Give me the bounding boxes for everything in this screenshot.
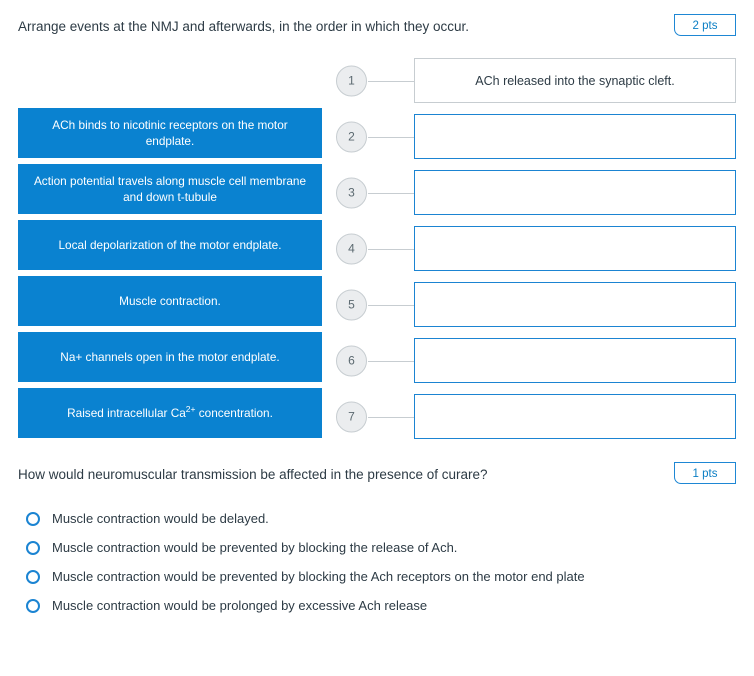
answer-choice[interactable]: Muscle contraction would be prolonged by…	[18, 591, 736, 620]
answer-slot-row: 3	[336, 170, 736, 215]
slot-connector-line	[368, 248, 414, 250]
radio-button-icon[interactable]	[26, 540, 40, 555]
answer-slot-row: 7	[336, 394, 736, 439]
slot-connector-line	[368, 136, 414, 138]
slot-number-3: 3	[336, 177, 367, 208]
slot-number-6: 6	[336, 345, 367, 376]
question-one-prompt: Arrange events at the NMJ and afterwards…	[18, 19, 469, 34]
draggable-option[interactable]: Na+ channels open in the motor endplate.	[18, 332, 322, 382]
answer-choice-label: Muscle contraction would be prevented by…	[52, 568, 585, 584]
answer-slot-empty[interactable]	[414, 394, 736, 439]
answer-slot-list: 1 ACh released into the synaptic cleft. 2 3…	[336, 58, 736, 450]
draggable-option[interactable]: Muscle contraction.	[18, 276, 322, 326]
answer-choice-list: Muscle contraction would be delayed. Musc…	[18, 504, 736, 620]
answer-slot-filled[interactable]: ACh released into the synaptic cleft.	[414, 58, 736, 103]
ordering-question: Arrange events at the NMJ and afterwards…	[18, 14, 736, 450]
slot-connector-line	[368, 416, 414, 418]
answer-slot-row: 4	[336, 226, 736, 271]
draggable-option-label: Na+ channels open in the motor endplate.	[60, 350, 280, 364]
answer-slot-empty[interactable]	[414, 114, 736, 159]
question-two-prompt: How would neuromuscular transmission be …	[18, 467, 488, 482]
slot-number-5: 5	[336, 289, 367, 320]
answer-choice[interactable]: Muscle contraction would be prevented by…	[18, 562, 736, 591]
answer-choice[interactable]: Muscle contraction would be prevented by…	[18, 533, 736, 562]
draggable-option[interactable]: Raised intracellular Ca2+ concentration.	[18, 388, 322, 438]
answer-choice-label: Muscle contraction would be delayed.	[52, 510, 269, 526]
multiple-choice-question: How would neuromuscular transmission be …	[18, 462, 736, 620]
slot-number-7: 7	[336, 401, 367, 432]
draggable-option-label: ACh binds to nicotinic receptors on the …	[52, 118, 288, 148]
slot-number-1: 1	[336, 65, 367, 96]
answer-slot-empty[interactable]	[414, 226, 736, 271]
answer-slot-value: ACh released into the synaptic cleft.	[475, 73, 675, 88]
slot-number-4: 4	[336, 233, 367, 264]
draggable-option-stack: ACh binds to nicotinic receptors on the …	[18, 108, 322, 444]
radio-button-icon[interactable]	[26, 598, 40, 613]
ordering-work-area: ACh binds to nicotinic receptors on the …	[18, 58, 736, 450]
draggable-option-label: Muscle contraction.	[119, 294, 221, 308]
question-one-points-badge: 2 pts	[674, 14, 736, 36]
draggable-option-label: Raised intracellular Ca2+ concentration.	[67, 404, 273, 420]
radio-button-icon[interactable]	[26, 511, 40, 526]
answer-slot-empty[interactable]	[414, 282, 736, 327]
slot-connector-line	[368, 360, 414, 362]
answer-choice-label: Muscle contraction would be prevented by…	[52, 539, 458, 555]
answer-slot-row: 5	[336, 282, 736, 327]
draggable-option-label: Local depolarization of the motor endpla…	[58, 238, 282, 252]
draggable-option[interactable]: Local depolarization of the motor endpla…	[18, 220, 322, 270]
slot-connector-line	[368, 304, 414, 306]
answer-slot-row: 1 ACh released into the synaptic cleft.	[336, 58, 736, 103]
draggable-option[interactable]: Action potential travels along muscle ce…	[18, 164, 322, 214]
slot-connector-line	[368, 80, 414, 82]
answer-slot-empty[interactable]	[414, 170, 736, 215]
answer-slot-row: 2	[336, 114, 736, 159]
question-two-points-badge: 1 pts	[674, 462, 736, 484]
question-two-header: How would neuromuscular transmission be …	[18, 462, 736, 484]
answer-slot-empty[interactable]	[414, 338, 736, 383]
answer-slot-row: 6	[336, 338, 736, 383]
question-one-header: Arrange events at the NMJ and afterwards…	[18, 14, 736, 36]
answer-choice-label: Muscle contraction would be prolonged by…	[52, 597, 428, 613]
slot-connector-line	[368, 192, 414, 194]
draggable-option[interactable]: ACh binds to nicotinic receptors on the …	[18, 108, 322, 158]
slot-number-2: 2	[336, 121, 367, 152]
answer-choice[interactable]: Muscle contraction would be delayed.	[18, 504, 736, 533]
draggable-option-label: Action potential travels along muscle ce…	[33, 174, 307, 204]
radio-button-icon[interactable]	[26, 569, 40, 584]
